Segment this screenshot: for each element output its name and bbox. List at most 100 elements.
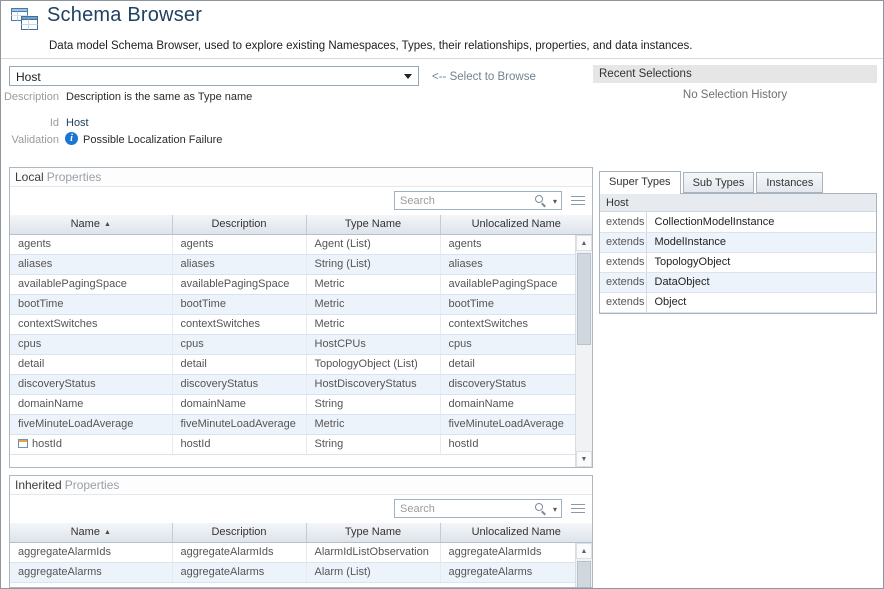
table-row[interactable]: extendsObject	[600, 292, 876, 312]
cell-type-name: HostDiscoveryStatus	[306, 374, 440, 394]
cell-description: aliases	[172, 254, 306, 274]
cell-relation: extends	[600, 212, 646, 232]
table-row[interactable]: fiveMinuteLoadAveragefiveMinuteLoadAvera…	[10, 414, 592, 434]
sort-ascending-icon: ▲	[104, 529, 111, 536]
table-row[interactable]: extendsTopologyObject	[600, 252, 876, 272]
cell-unlocalized-name: aggregateAlarms	[440, 562, 592, 582]
search-options-caret-icon[interactable]: ▾	[553, 197, 557, 206]
table-row[interactable]: contextSwitchescontextSwitchesMetriccont…	[10, 314, 592, 334]
table-row[interactable]: domainNamedomainNameStringdomainName	[10, 394, 592, 414]
search-box[interactable]: ▾	[394, 499, 562, 518]
table-row[interactable]: extendsDataObject	[600, 272, 876, 292]
cell-unlocalized-name: domainName	[440, 394, 592, 414]
local-properties-title-text: Local	[15, 170, 44, 184]
vertical-scrollbar[interactable]: ▲ ▼	[575, 235, 592, 467]
customize-columns-icon[interactable]	[571, 504, 585, 514]
cell-type-name: Metric	[306, 294, 440, 314]
scroll-thumb[interactable]	[577, 561, 591, 588]
tab-instances[interactable]: Instances	[756, 172, 823, 193]
cell-type-name: Metric	[306, 314, 440, 334]
cell-type-name: String (List)	[306, 254, 440, 274]
cell-name: availablePagingSpace	[10, 274, 172, 294]
cell-relation: extends	[600, 252, 646, 272]
cell-name: discoveryStatus	[10, 374, 172, 394]
scroll-up-button[interactable]: ▲	[576, 543, 592, 559]
column-header-type-name[interactable]: Type Name	[306, 523, 440, 542]
table-row[interactable]: aggregateAlarmIdsaggregateAlarmIdsAlarmI…	[10, 542, 592, 562]
column-header-description[interactable]: Description	[172, 523, 306, 542]
tab-sub-types[interactable]: Sub Types	[683, 172, 755, 193]
inherited-properties-toolbar: ▾	[10, 495, 592, 523]
scroll-down-button[interactable]: ▼	[576, 451, 592, 467]
cell-unlocalized-name: aggregateAlarmIds	[440, 542, 592, 562]
search-input[interactable]	[400, 194, 526, 208]
column-header-name[interactable]: Name▲	[10, 523, 172, 542]
type-select-dropdown[interactable]: Host	[9, 66, 419, 86]
cell-name: domainName	[10, 394, 172, 414]
column-header-description[interactable]: Description	[172, 215, 306, 234]
search-icon[interactable]	[535, 195, 543, 203]
table-row[interactable]: hostIdhostIdStringhostId	[10, 434, 592, 454]
dropdown-caret-icon[interactable]	[404, 74, 412, 79]
local-properties-toolbar: ▾	[10, 187, 592, 215]
cell-description: fiveMinuteLoadAverage	[172, 414, 306, 434]
cell-description: discoveryStatus	[172, 374, 306, 394]
search-options-caret-icon[interactable]: ▾	[553, 505, 557, 514]
scroll-up-button[interactable]: ▲	[576, 235, 592, 251]
info-icon: i	[65, 132, 78, 145]
cell-type-name: AlarmIdListObservation	[306, 542, 440, 562]
search-input[interactable]	[400, 502, 526, 516]
inherited-properties-panel: InheritedProperties ▾ Name▲ Description …	[9, 475, 593, 588]
recent-selections-title: Recent Selections	[593, 65, 877, 83]
cell-type: ModelInstance	[646, 232, 876, 252]
cell-type-name: String	[306, 394, 440, 414]
cell-name: aggregateAlarmIds	[10, 542, 172, 562]
tab-super-types[interactable]: Super Types	[599, 171, 681, 194]
cell-name: contextSwitches	[10, 314, 172, 334]
cell-description: agents	[172, 234, 306, 254]
table-row[interactable]: aliasesaliasesString (List)aliases	[10, 254, 592, 274]
table-row[interactable]: cpuscpusHostCPUscpus	[10, 334, 592, 354]
column-header-type-name[interactable]: Type Name	[306, 215, 440, 234]
vertical-scrollbar[interactable]: ▲	[575, 543, 592, 587]
table-row[interactable]: extendsCollectionModelInstance	[600, 212, 876, 232]
customize-columns-icon[interactable]	[571, 196, 585, 206]
table-row[interactable]: agentsagentsAgent (List)agents	[10, 234, 592, 254]
cell-type-name: Metric	[306, 274, 440, 294]
schema-browser-icon	[10, 6, 40, 33]
cell-name: cpus	[10, 334, 172, 354]
cell-name: hostId	[10, 434, 172, 454]
super-types-panel: Host extendsCollectionModelInstanceexten…	[599, 193, 877, 314]
cell-type: DataObject	[646, 272, 876, 292]
table-row[interactable]: extendsModelInstance	[600, 232, 876, 252]
cell-relation: extends	[600, 232, 646, 252]
column-header-name[interactable]: Name▲	[10, 215, 172, 234]
cell-name: detail	[10, 354, 172, 374]
inherited-properties-title-muted: Properties	[65, 478, 120, 492]
id-value: Host	[66, 117, 89, 129]
column-header-unlocalized-name[interactable]: Unlocalized Name	[440, 215, 592, 234]
cell-type-name: Alarm (List)	[306, 562, 440, 582]
column-header-unlocalized-name[interactable]: Unlocalized Name	[440, 523, 592, 542]
cell-unlocalized-name: cpus	[440, 334, 592, 354]
cell-type: TopologyObject	[646, 252, 876, 272]
table-row[interactable]: availablePagingSpaceavailablePagingSpace…	[10, 274, 592, 294]
select-to-browse-hint: <-- Select to Browse	[432, 71, 536, 83]
table-row[interactable]: discoveryStatusdiscoveryStatusHostDiscov…	[10, 374, 592, 394]
table-row[interactable]: detaildetailTopologyObject (List)detail	[10, 354, 592, 374]
table-header-row: Name▲ Description Type Name Unlocalized …	[10, 523, 592, 542]
local-properties-table: Name▲ Description Type Name Unlocalized …	[10, 215, 592, 455]
inherited-properties-title: InheritedProperties	[10, 476, 592, 495]
local-properties-title-muted: Properties	[47, 170, 102, 184]
search-box[interactable]: ▾	[394, 191, 562, 210]
cell-type-name: String	[306, 434, 440, 454]
table-row[interactable]: aggregateAlarms aggregateAlarmsAlarm (Lis…	[10, 562, 592, 582]
search-icon[interactable]	[535, 503, 543, 511]
description-label: Description	[1, 91, 59, 103]
validation-label: Validation	[1, 134, 59, 146]
cell-description: aggregateAlarms	[172, 562, 306, 582]
type-select-value: Host	[16, 70, 41, 84]
table-row[interactable]: bootTimebootTimeMetricbootTime	[10, 294, 592, 314]
scroll-thumb[interactable]	[577, 253, 591, 345]
local-properties-title: LocalProperties	[10, 168, 592, 187]
